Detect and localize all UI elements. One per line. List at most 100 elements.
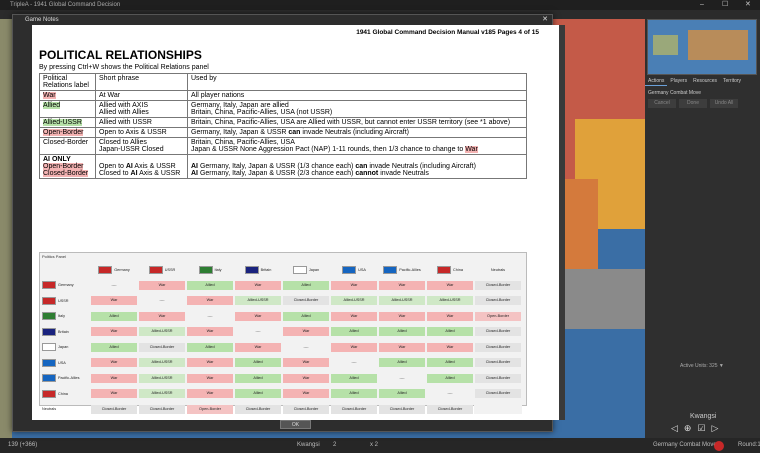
relation-cell[interactable]: Closed-Border [139,404,185,414]
relation-cell[interactable]: War [187,389,233,399]
relation-cell[interactable]: Allied [379,358,425,368]
undo-all-button[interactable]: Undo All [710,99,738,108]
relation-cell[interactable]: War [427,342,473,352]
relation-cell[interactable]: Allied [235,373,281,383]
relation-cell[interactable]: Allied-USSR [331,296,377,306]
relation-cell[interactable]: War [379,280,425,290]
relation-cell[interactable]: Allied-USSR [427,296,473,306]
relation-cell[interactable]: Allied [91,342,137,352]
relation-cell[interactable]: War [187,373,233,383]
close-icon[interactable]: ✕ [542,15,548,25]
relation-cell[interactable]: Open-Border [187,404,233,414]
relation-cell[interactable]: Allied [283,311,329,321]
politics-panel-title: Politics Panel [42,254,67,259]
relation-cell[interactable]: War [91,327,137,337]
relation-cell[interactable]: War [283,327,329,337]
relation-cell[interactable]: Allied-USSR [139,389,185,399]
relation-cell[interactable]: War [283,389,329,399]
relation-cell[interactable]: Allied-USSR [139,358,185,368]
relation-cell[interactable]: Allied [331,373,377,383]
table-row: Allied Allied with AXIS Allied with Alli… [39,100,527,118]
relation-cell[interactable]: Allied [187,280,233,290]
relation-cell[interactable]: Closed-Border [379,404,425,414]
relation-cell[interactable]: War [91,389,137,399]
relation-cell[interactable]: Open-Border [475,311,521,321]
maximize-icon[interactable]: ☐ [722,0,728,10]
relation-cell[interactable]: War [427,280,473,290]
prev-icon[interactable]: ◁ [671,423,678,434]
nav-icons: ◁ ⊕ ☑ ▷ [671,423,718,434]
relation-cell[interactable]: Closed-Border [91,404,137,414]
relation-cell[interactable]: Allied [283,280,329,290]
relation-cell[interactable]: War [187,296,233,306]
relation-cell[interactable]: Closed-Border [475,327,521,337]
relation-label: Open-Border [43,129,84,136]
tab-territory[interactable]: Territory [720,77,744,86]
scrollbar[interactable] [559,25,565,420]
tab-players[interactable]: Players [667,77,690,86]
done-button[interactable]: Done [679,99,707,108]
relation-cell[interactable]: Allied-USSR [379,296,425,306]
relation-cell[interactable]: Closed-Border [475,358,521,368]
relation-cell[interactable]: Allied [187,342,233,352]
relation-cell[interactable]: Closed-Border [331,404,377,414]
cancel-button[interactable]: Cancel [648,99,676,108]
close-window-icon[interactable]: ✕ [745,0,751,10]
relation-cell[interactable]: Allied [427,327,473,337]
relation-cell[interactable]: Allied [427,373,473,383]
relation-cell[interactable]: Allied [235,389,281,399]
relation-cell[interactable]: Allied [331,389,377,399]
relation-cell[interactable]: War [379,342,425,352]
relation-cell[interactable]: Closed-Border [475,389,521,399]
move-icon[interactable]: ⊕ [684,423,692,434]
status-phase: Germany Combat Move [653,442,717,448]
status-left: 139 (+366) [8,442,38,448]
relation-cell[interactable]: Allied [91,311,137,321]
relation-cell[interactable]: Allied [379,389,425,399]
relation-cell[interactable]: Closed-Border [427,404,473,414]
relation-cell[interactable]: War [283,373,329,383]
relation-cell[interactable]: Allied [235,358,281,368]
relation-cell[interactable]: War [331,280,377,290]
minimize-icon[interactable]: – [700,0,704,10]
relation-cell[interactable]: War [235,280,281,290]
relation-cell[interactable]: War [331,311,377,321]
relation-cell[interactable]: Allied-USSR [139,327,185,337]
relation-cell[interactable]: War [187,358,233,368]
relation-cell[interactable]: War [91,358,137,368]
relation-cell[interactable]: War [427,311,473,321]
relation-cell[interactable]: Closed-Border [235,404,281,414]
relation-cell[interactable]: Allied-USSR [139,373,185,383]
relation-cell[interactable]: War [331,342,377,352]
relation-cell[interactable]: Allied [331,327,377,337]
relation-cell[interactable]: Closed-Border [475,342,521,352]
relation-cell[interactable]: War [235,311,281,321]
tab-actions[interactable]: Actions [645,77,668,86]
relation-cell[interactable]: Closed-Border [475,296,521,306]
minimap[interactable] [647,19,757,75]
next-icon[interactable]: ▷ [712,423,719,434]
relation-cell[interactable]: War [283,358,329,368]
tab-resources[interactable]: Resources [690,77,720,86]
relation-cell[interactable]: Allied [379,327,425,337]
check-icon[interactable]: ☑ [697,423,705,434]
relation-cell[interactable]: War [139,311,185,321]
relation-cell[interactable]: Closed-Border [283,296,329,306]
relation-cell[interactable]: Closed-Border [139,342,185,352]
relation-cell[interactable]: War [187,327,233,337]
relation-cell[interactable]: War [379,311,425,321]
relation-cell[interactable]: Closed-Border [283,404,329,414]
ok-button[interactable]: OK [280,420,311,429]
relation-cell[interactable]: Closed-Border [475,280,521,290]
relation-cell[interactable]: Allied [427,358,473,368]
relation-cell[interactable]: War [91,296,137,306]
relation-phrase: Allied with USSR [95,117,188,128]
nation-name: China [58,391,68,396]
relation-cell[interactable]: War [235,342,281,352]
relation-cell[interactable]: Allied-USSR [235,296,281,306]
relation-cell[interactable]: War [91,373,137,383]
active-units-label[interactable]: Active Units: 325 ▼ [680,363,724,369]
relation-cell[interactable]: Closed-Border [475,373,521,383]
ussr-flag-icon [42,296,56,305]
relation-cell[interactable]: War [139,280,185,290]
